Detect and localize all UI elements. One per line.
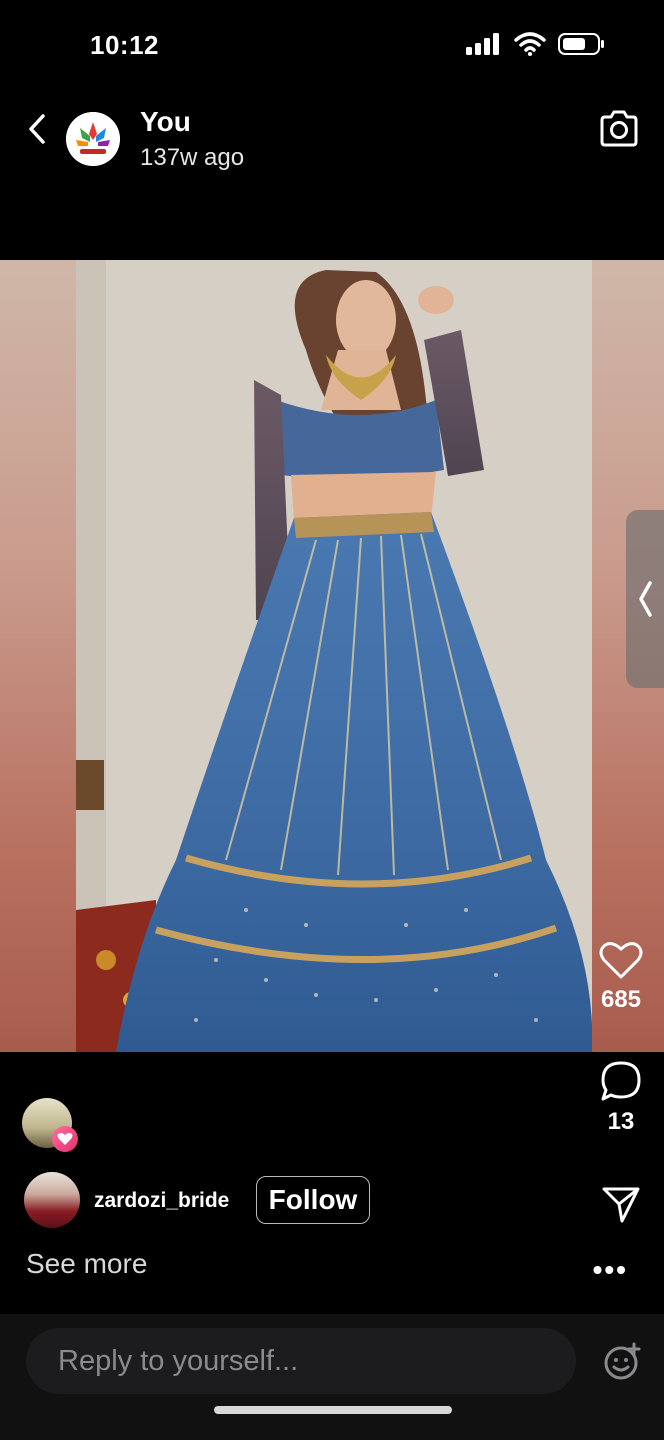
story-timestamp: 137w ago [140, 144, 245, 171]
status-bar: 10:12 [0, 0, 664, 90]
sticker-button[interactable] [602, 1342, 642, 1382]
chevron-left-icon [29, 114, 45, 144]
creator-username[interactable]: zardozi_bride [94, 1189, 229, 1213]
status-icons [466, 32, 606, 56]
more-horizontal-icon[interactable]: ••• [593, 1254, 628, 1286]
see-more-link[interactable]: See more [26, 1248, 147, 1280]
home-indicator [214, 1406, 452, 1414]
back-button[interactable] [22, 112, 52, 146]
reply-input[interactable] [26, 1328, 576, 1394]
like-count[interactable]: 685 [601, 986, 641, 1014]
send-icon[interactable] [601, 1184, 641, 1224]
story-header: You 137w ago [0, 100, 664, 180]
comment-bubble-icon[interactable] [599, 1060, 643, 1102]
heart-badge-icon [52, 1126, 78, 1152]
cellular-signal-icon [466, 33, 499, 55]
creator-row: zardozi_bride Follow [24, 1172, 584, 1228]
status-time: 10:12 [90, 30, 159, 60]
model-in-lehenga-illustration [76, 260, 592, 1052]
like-action[interactable]: 685 [592, 940, 650, 1014]
camera-icon [600, 110, 638, 147]
creator-avatar[interactable] [24, 1172, 80, 1228]
avatar[interactable] [66, 112, 120, 166]
comment-count[interactable]: 13 [608, 1108, 635, 1136]
wifi-icon [514, 32, 546, 56]
heart-icon[interactable] [599, 940, 643, 980]
story-photo [76, 260, 592, 1052]
comment-action[interactable]: 13 [592, 1060, 650, 1136]
side-panel-tab[interactable] [626, 510, 664, 688]
share-action[interactable] [592, 1184, 650, 1224]
chevron-left-icon [639, 581, 652, 617]
camera-button[interactable] [598, 110, 640, 148]
story-owner-name[interactable]: You [140, 106, 191, 138]
follow-button[interactable]: Follow [256, 1176, 370, 1224]
smiley-sticker-icon [604, 1342, 641, 1380]
profile-logo-icon [66, 112, 120, 166]
reply-bar [0, 1314, 664, 1440]
story-media[interactable] [0, 260, 664, 1052]
battery-icon [558, 33, 604, 55]
